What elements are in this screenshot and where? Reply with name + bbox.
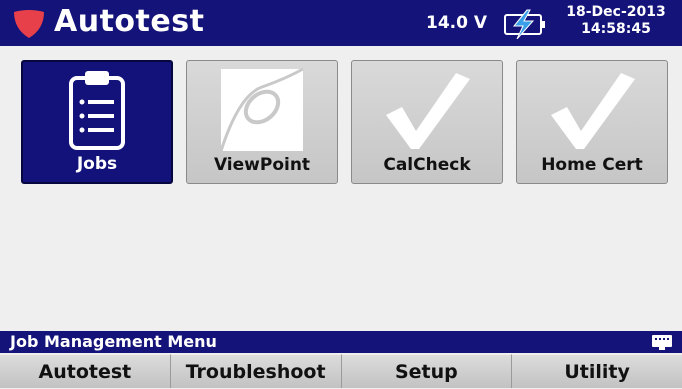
tile-home-cert[interactable]: Home Cert	[516, 60, 668, 184]
shield-icon	[14, 10, 44, 38]
voltage-readout: 14.0 V	[426, 13, 488, 33]
tile-jobs[interactable]: Jobs	[21, 60, 173, 184]
checkmark-icon	[386, 73, 470, 149]
tile-viewpoint[interactable]: ViewPoint	[186, 60, 338, 184]
date-label: 18-Dec-2013	[566, 4, 666, 20]
softkey-autotest[interactable]: Autotest	[0, 354, 170, 388]
tile-label-home-cert: Home Cert	[541, 155, 643, 175]
viewpoint-icon	[219, 67, 304, 152]
datetime: 18-Dec-2013 14:58:45	[556, 4, 676, 38]
softkey-utility[interactable]: Utility	[511, 354, 682, 388]
softkey-setup[interactable]: Setup	[340, 354, 512, 388]
tile-label-calcheck: CalCheck	[383, 155, 471, 175]
softkey-bar: Autotest Troubleshoot Setup Utility	[0, 354, 682, 388]
app-title: Autotest	[54, 4, 205, 39]
tile-label-viewpoint: ViewPoint	[213, 155, 311, 175]
battery-charging-icon	[504, 9, 545, 39]
time-label: 14:58:45	[581, 21, 651, 37]
status-message: Job Management Menu	[10, 332, 217, 351]
title-bar: Autotest 14.0 V 18-Dec-2013 14:58:45	[0, 0, 682, 46]
clipboard-icon	[69, 71, 125, 150]
checkmark-icon	[551, 73, 635, 149]
status-bar: Job Management Menu	[0, 331, 682, 353]
softkey-troubleshoot[interactable]: Troubleshoot	[169, 354, 341, 388]
tile-label-jobs: Jobs	[76, 154, 118, 174]
keyboard-icon[interactable]	[651, 334, 673, 350]
tile-calcheck[interactable]: CalCheck	[351, 60, 503, 184]
